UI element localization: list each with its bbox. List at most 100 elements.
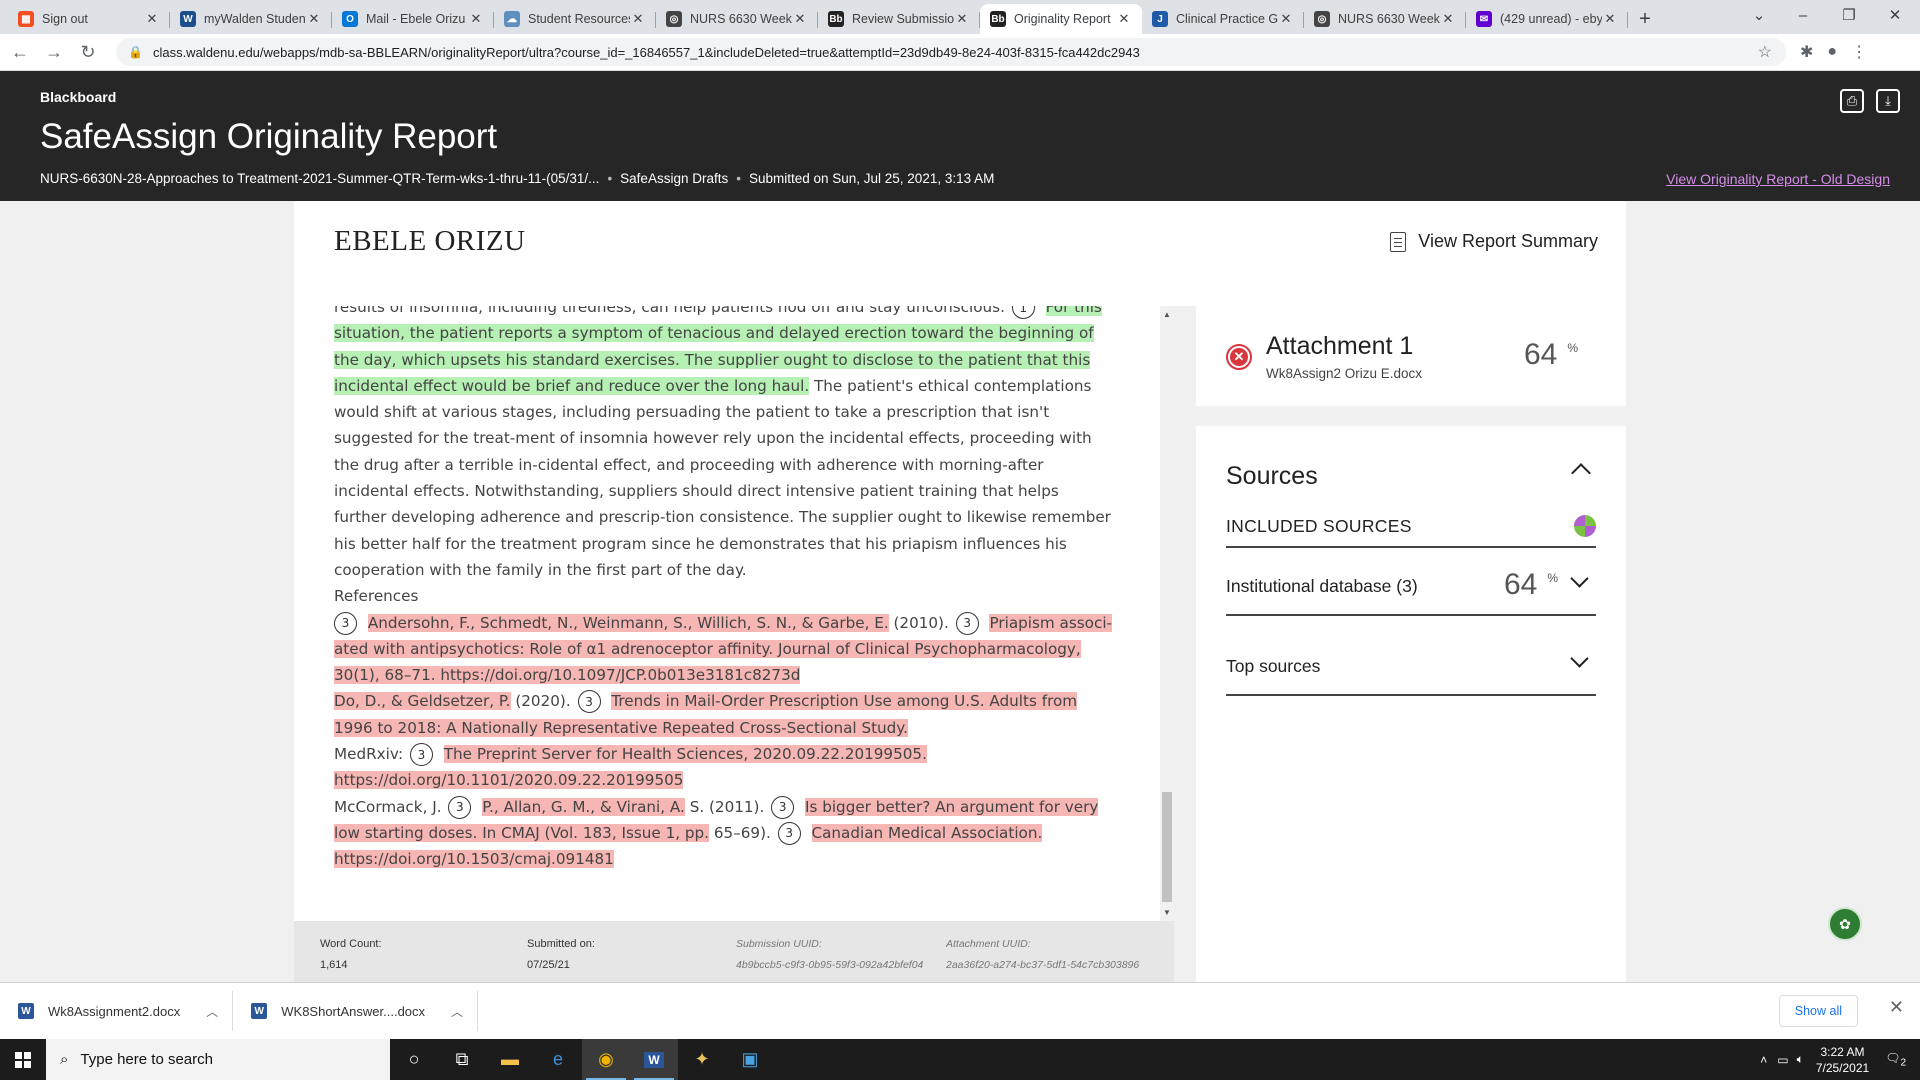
scroll-thumb[interactable] [1162,792,1172,902]
new-tab-button[interactable]: + [1628,4,1662,34]
start-button[interactable] [0,1039,46,1080]
back-icon[interactable]: ← [6,42,34,63]
tab-close-icon[interactable]: ✕ [1602,11,1618,27]
browser-tab[interactable]: J Clinical Practice Gu ✕ [1142,4,1304,34]
tab-title: NURS 6630 Week 8 [690,12,792,26]
tab-close-icon[interactable]: ✕ [1278,11,1294,27]
paper-footer: Word Count: 1,614 Submitted on: 07/25/21… [294,921,1174,982]
tab-favicon-icon: ◎ [666,11,682,27]
tab-close-icon[interactable]: ✕ [954,11,970,27]
chevron-down-icon[interactable] [1570,569,1589,588]
tab-close-icon[interactable]: ✕ [1440,11,1456,27]
source-match-badge[interactable]: 3 [577,690,601,714]
maximize-button[interactable]: ❐ [1826,0,1872,30]
attachment-uuid: Attachment UUID: 2aa36f20-a274-bc37-5df1… [946,938,1139,971]
taskbar: ⌕ Type here to search ○ ⧉ ▬ e ◉ W ✦ ▣ ˄ … [0,1039,1920,1080]
browser-tab[interactable]: ◎ NURS 6630 Week 8 ✕ [1304,4,1466,34]
separator-dot: • [607,171,613,186]
taskbar-search-input[interactable]: ⌕ Type here to search [46,1039,390,1080]
show-all-button[interactable]: Show all [1778,995,1858,1027]
extensions-icon[interactable]: ✱ [1800,42,1813,62]
scroll-up-arrow-icon[interactable]: ▲ [1163,310,1171,319]
chevron-up-icon[interactable]: ︿ [451,1003,463,1020]
top-sources-toggle[interactable]: Top sources [1226,656,1320,677]
browser-tab[interactable]: O Mail - Ebele Orizu ✕ [332,4,494,34]
close-icon[interactable]: ✕ [1889,997,1904,1018]
word-icon[interactable]: W [630,1039,678,1080]
paper-viewer[interactable]: results of insomnia, including tiredness… [294,306,1160,921]
page-title: SafeAssign Originality Report [40,117,498,156]
attachment-card[interactable]: ✕ Attachment 1 Wk8Assign2 Orizu E.docx 6… [1196,306,1626,406]
tab-close-icon[interactable]: ✕ [630,11,646,27]
cortana-icon[interactable]: ○ [390,1039,438,1080]
source-match-badge[interactable]: 3 [334,611,357,635]
attachment-percent-value: 64 [1524,338,1558,371]
browser-tab[interactable]: ✉ (429 unread) - eby ✕ [1466,4,1628,34]
chrome-icon[interactable]: ◉ [582,1039,630,1080]
tab-favicon-icon: Bb [828,11,844,27]
source-match-badge[interactable]: 3 [777,821,801,845]
tab-close-icon[interactable]: ✕ [468,11,484,27]
match-highlight-red[interactable]: Do, D., & Geldsetzer, P. [334,692,511,711]
network-icon[interactable]: ▭ [1777,1053,1788,1067]
chevron-up-icon[interactable] [1571,463,1591,483]
bookmark-star-icon[interactable]: ☆ [1758,42,1772,62]
match-highlight-red[interactable]: P., Allan, G. M., & Virani, A. [482,797,685,816]
menu-kebab-icon[interactable]: ⋮ [1851,42,1867,62]
browser-tab[interactable]: WmyWalden Student ✕ [170,4,332,34]
tab-close-icon[interactable]: ✕ [306,11,322,27]
url-input[interactable]: 🔒 class.waldenu.edu/webapps/mdb-sa-BBLEA… [116,38,1786,66]
photos-icon[interactable]: ▣ [726,1039,774,1080]
institutional-percent: 64% [1504,568,1558,602]
app-icon[interactable]: ✦ [678,1039,726,1080]
tab-close-icon[interactable]: ✕ [1116,11,1132,27]
download-item[interactable]: W WK8ShortAnswer....docx ︿ [233,991,479,1031]
paper-plain-text: results of insomnia, including tiredness… [334,306,1005,316]
chevron-up-icon[interactable]: ︿ [206,1003,218,1020]
forward-icon[interactable]: → [40,42,68,63]
view-report-summary-button[interactable]: View Report Summary [1390,231,1598,252]
edge-browser-icon[interactable]: e [534,1039,582,1080]
attachment-title: Attachment 1 [1266,332,1414,360]
scroll-down-arrow-icon[interactable]: ▼ [1163,908,1171,917]
print-icon[interactable]: ⎙ [1840,89,1864,113]
old-design-link[interactable]: View Originality Report - Old Design [1666,171,1890,187]
clock[interactable]: 3:22 AM 7/25/2021 [1816,1044,1869,1076]
sources-color-legend-icon[interactable] [1574,515,1596,537]
tab-close-icon[interactable]: ✕ [144,11,160,27]
browser-tab[interactable]: ☁ Student Resources ✕ [494,4,656,34]
tab-close-icon[interactable]: ✕ [792,11,808,27]
file-explorer-icon[interactable]: ▬ [486,1039,534,1080]
match-highlight-red[interactable]: Andersohn, F., Schmedt, N., Weinmann, S.… [367,613,889,632]
profile-icon[interactable]: ● [1827,43,1837,61]
download-icon[interactable]: ⤓ [1876,89,1900,113]
institutional-database-toggle[interactable]: Institutional database (3) [1226,576,1418,597]
paper-scrollbar[interactable]: ▲ ▼ [1160,306,1174,921]
browser-tab[interactable]: ▦ Sign out ✕ [8,4,170,34]
download-item[interactable]: W Wk8Assignment2.docx ︿ [0,991,234,1031]
chevron-down-icon[interactable] [1570,649,1589,668]
volume-icon[interactable]: 🔈︎ [1797,1052,1804,1067]
help-assistant-icon[interactable]: ✿ [1828,907,1862,941]
sources-title: Sources [1226,462,1318,490]
tab-title: (429 unread) - eby [1500,12,1602,26]
source-match-badge[interactable]: 3 [409,743,433,767]
tab-search-icon[interactable]: ⌄ [1736,0,1782,30]
close-window-button[interactable]: ✕ [1872,0,1918,30]
minimize-button[interactable]: – [1780,0,1826,30]
browser-tab[interactable]: Bb Review Submission ✕ [818,4,980,34]
attachment-filename: Wk8Assign2 Orizu E.docx [1266,366,1423,381]
percent-sign: % [1547,571,1559,585]
source-match-badge[interactable]: 1 [1011,306,1035,319]
browser-tab[interactable]: Bb Originality Report ✕ [980,4,1142,34]
source-match-badge[interactable]: 3 [448,795,472,819]
reload-icon[interactable]: ↻ [74,42,102,63]
chevron-up-icon[interactable]: ˄ [1760,1053,1767,1067]
notification-icon[interactable]: 🗨︎2 [1885,1051,1906,1068]
task-view-icon[interactable]: ⧉ [438,1039,486,1080]
source-match-badge[interactable]: 3 [771,795,795,819]
source-match-badge[interactable]: 3 [955,611,979,635]
report-header: Blackboard SafeAssign Originality Report… [0,71,1920,201]
tab-favicon-icon: J [1152,11,1168,27]
browser-tab[interactable]: ◎ NURS 6630 Week 8 ✕ [656,4,818,34]
